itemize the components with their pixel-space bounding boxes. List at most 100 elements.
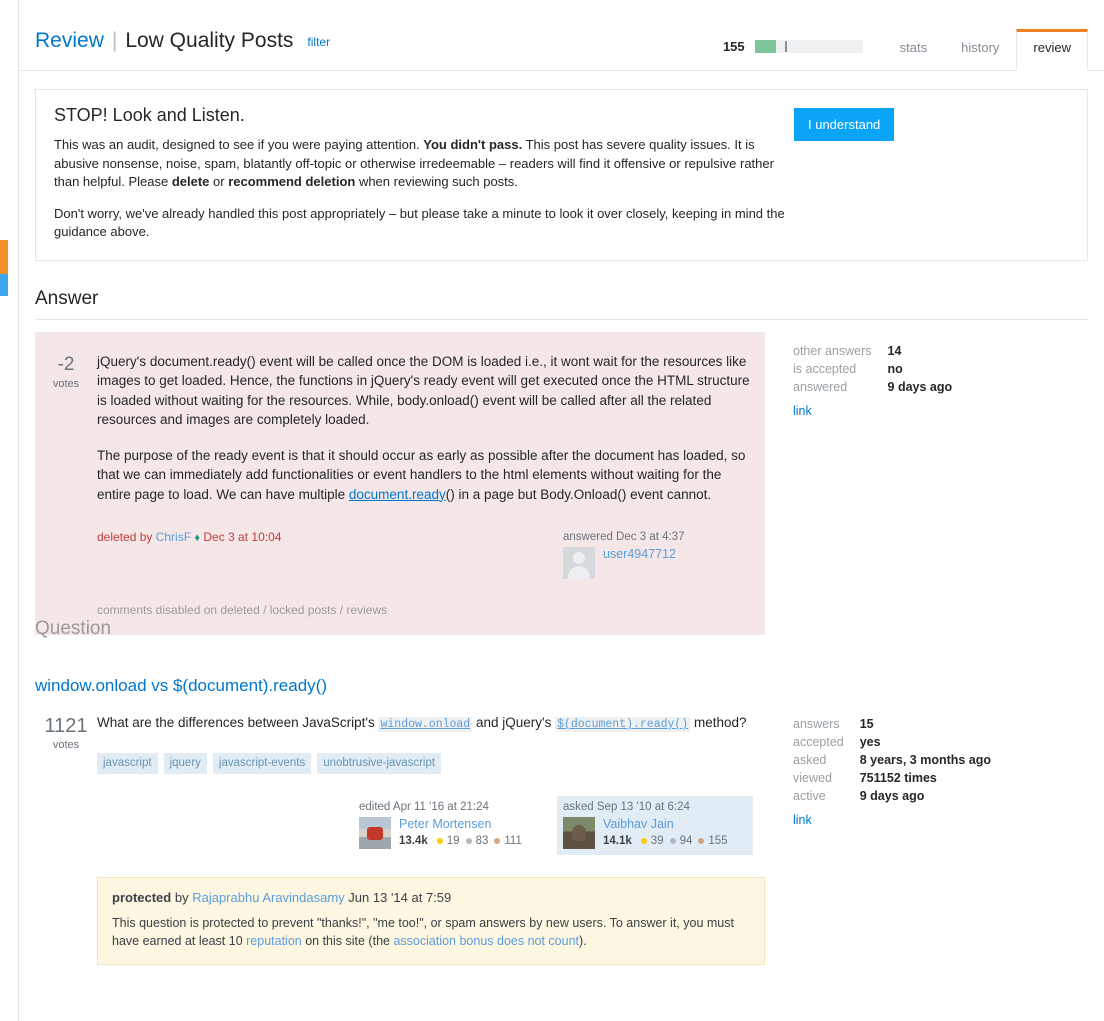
tag-javascript-events[interactable]: javascript-events xyxy=(212,752,312,774)
audit-notice-body: STOP! Look and Listen. This was an audit… xyxy=(54,104,794,242)
answer-paragraph-2: The purpose of the ready event is that i… xyxy=(97,446,753,505)
tab-stats[interactable]: stats xyxy=(883,29,944,70)
question-permalink[interactable]: link xyxy=(793,813,812,827)
question-signature-row: edited Apr 11 '16 at 21:24 Peter Mortens… xyxy=(97,795,753,855)
stat-key: other answers xyxy=(793,343,872,358)
avatar[interactable] xyxy=(563,816,595,849)
progress-tick xyxy=(784,41,787,52)
audit-p1-bold-delete: delete xyxy=(171,174,210,189)
document-ready-code-link[interactable]: $(document).ready() xyxy=(555,717,691,732)
table-row: answered 9 days ago xyxy=(793,378,952,396)
stat-key: answered xyxy=(793,379,848,394)
tab-history[interactable]: history xyxy=(944,29,1016,70)
gold-badge-icon xyxy=(436,837,443,844)
gold-badge-count: 39 xyxy=(650,834,664,847)
tag-jquery[interactable]: jquery xyxy=(163,752,207,774)
question-votecell: 1121 votes xyxy=(35,705,97,855)
reputation-score: 13.4k xyxy=(399,834,428,847)
editor-user-name[interactable]: Peter Mortensen xyxy=(399,817,522,832)
stat-value: 9 days ago xyxy=(859,789,925,803)
answer-user-name[interactable]: user4947712 xyxy=(603,547,676,562)
audit-notice-paragraph-2: Don't worry, we've already handled this … xyxy=(54,205,785,240)
answered-action: answered Dec 3 at 4:37 xyxy=(563,531,685,543)
document-ready-link[interactable]: document.ready xyxy=(349,487,446,502)
answer-vote-label: votes xyxy=(52,377,80,390)
question-title: window.onload vs $(document).ready() xyxy=(35,675,1088,697)
asker-user-name[interactable]: Vaibhav Jain xyxy=(603,817,728,832)
question-title-link[interactable]: window.onload vs $(document).ready() xyxy=(35,676,327,695)
avatar[interactable] xyxy=(359,816,391,849)
stat-key: asked xyxy=(793,753,827,767)
queue-name: Low Quality Posts xyxy=(125,29,294,52)
edited-action: edited Apr 11 '16 at 21:24 xyxy=(359,800,489,813)
stat-key: is accepted xyxy=(793,361,857,376)
question-text-a: What are the differences between JavaScr… xyxy=(97,715,379,730)
protected-notice: protected by Rajaprabhu Aravindasamy Jun… xyxy=(97,876,765,965)
notice-area: STOP! Look and Listen. This was an audit… xyxy=(19,89,1104,261)
left-edge-fragment-blue xyxy=(0,274,8,296)
question-post-row: 1121 votes What are the differences betw… xyxy=(35,705,1088,855)
asker-user-info: Vaibhav Jain 14.1k 39 94 155 xyxy=(603,817,728,848)
answer-paragraph-1: jQuery's document.ready() event will be … xyxy=(97,353,750,428)
protected-notice-title: protected by Rajaprabhu Aravindasamy Jun… xyxy=(112,890,750,905)
review-link[interactable]: Review xyxy=(35,28,104,54)
bronze-badge-count: 155 xyxy=(708,834,728,847)
avatar[interactable] xyxy=(563,547,595,579)
tag-unobtrusive-javascript[interactable]: unobtrusive-javascript xyxy=(317,752,442,774)
question-paragraph: What are the differences between JavaScr… xyxy=(97,713,753,735)
tag-javascript[interactable]: javascript xyxy=(97,752,158,774)
stat-key: accepted xyxy=(793,735,844,749)
silver-badge-icon xyxy=(465,837,472,844)
audit-p1-part-e: or xyxy=(209,174,229,189)
tab-review[interactable]: review xyxy=(1016,29,1088,71)
question-section-heading: Question xyxy=(35,618,112,639)
asker-user-line: Vaibhav Jain 14.1k 39 94 155 xyxy=(563,816,747,849)
deleted-by-user-link[interactable]: ChrisF xyxy=(156,530,191,544)
answer-stats-sidebar: other answers 14 is accepted no answered… xyxy=(765,332,1088,636)
bronze-badge-icon xyxy=(698,837,705,844)
review-progress: 155 xyxy=(723,39,863,70)
protected-label: protected xyxy=(112,889,172,905)
i-understand-button[interactable]: I understand xyxy=(794,108,895,141)
audit-p1-bold-recommend: recommend deletion xyxy=(228,174,356,189)
stat-value: 15 xyxy=(859,717,874,731)
stat-key: active xyxy=(793,789,826,803)
audit-p1-bold-fail: You didn't pass. xyxy=(423,137,523,152)
stat-value: 8 years, 3 months ago xyxy=(859,753,992,767)
stat-value: 14 xyxy=(887,343,902,358)
question-text-c: method? xyxy=(690,715,747,730)
question-editor-card: edited Apr 11 '16 at 21:24 Peter Mortens… xyxy=(353,796,549,855)
protected-by-user-link[interactable]: Rajaprabhu Aravindasamy xyxy=(192,890,344,905)
asker-reputation: 14.1k 39 94 155 xyxy=(603,834,728,848)
left-edge-fragment-orange xyxy=(0,240,8,274)
stat-value: no xyxy=(887,361,903,376)
answer-post-row: -2 votes jQuery's document.ready() event… xyxy=(35,331,1088,636)
review-page: Review | Low Quality Posts filter 155 st… xyxy=(18,0,1104,1021)
filter-link[interactable]: filter xyxy=(307,29,330,55)
window-onload-code-link[interactable]: window.onload xyxy=(378,717,473,732)
protected-by-text: by xyxy=(171,889,193,905)
table-row: is accepted no xyxy=(793,360,952,378)
editor-user-info: Peter Mortensen 13.4k 19 83 111 xyxy=(399,817,522,848)
reputation-link[interactable]: reputation xyxy=(246,934,302,948)
deleted-by-prefix: deleted by xyxy=(97,530,156,544)
silver-badge-count: 94 xyxy=(679,834,693,847)
protected-body-c: ). xyxy=(579,933,587,948)
answer-user-info: user4947712 xyxy=(603,547,676,562)
stat-key: viewed xyxy=(793,771,832,785)
protected-notice-body: This question is protected to prevent "t… xyxy=(112,914,750,950)
answer-p2-part-b: () in a page but Body.Onload() event can… xyxy=(445,486,712,502)
answer-permalink[interactable]: link xyxy=(793,404,812,418)
answer-section-heading: Answer xyxy=(35,287,1088,320)
title-separator: | xyxy=(111,29,118,52)
question-text-b: and jQuery's xyxy=(472,715,556,730)
question-vote-label: votes xyxy=(52,739,80,751)
audit-p1-part-g: when reviewing such posts. xyxy=(355,174,518,189)
silver-badge-count: 83 xyxy=(475,834,489,847)
protected-notice-area: protected by Rajaprabhu Aravindasamy Jun… xyxy=(35,876,1088,965)
review-header: Review | Low Quality Posts filter 155 st… xyxy=(19,0,1104,71)
audit-notice-title: STOP! Look and Listen. xyxy=(54,105,245,125)
association-bonus-link[interactable]: association bonus does not count xyxy=(393,934,579,948)
bronze-badge-count: 111 xyxy=(504,834,522,847)
answer-votecell: -2 votes xyxy=(35,344,97,622)
